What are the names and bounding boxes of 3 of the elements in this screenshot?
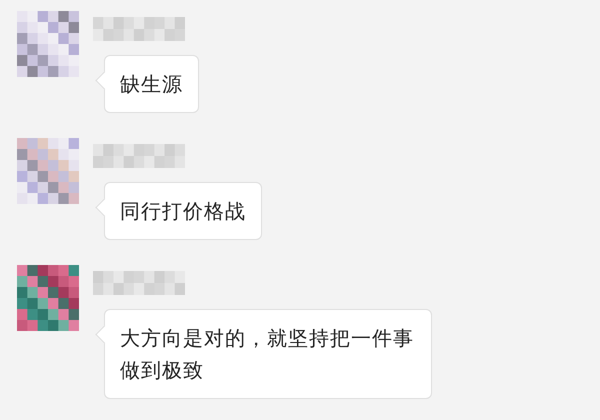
blurred-name-icon: [93, 144, 185, 168]
blurred-name-icon: [93, 271, 185, 295]
blurred-name-icon: [93, 17, 185, 41]
